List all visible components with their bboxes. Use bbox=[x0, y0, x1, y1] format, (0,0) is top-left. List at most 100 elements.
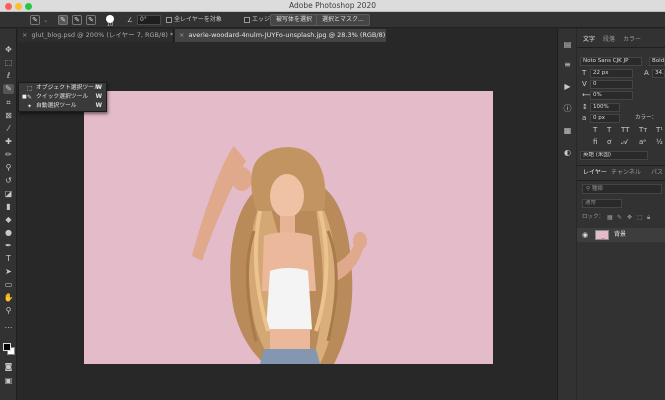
history-brush-tool-icon[interactable]: ↺ bbox=[3, 176, 14, 186]
quick-mask-icon[interactable]: ◙ bbox=[3, 362, 14, 372]
tab-label: averie-woodard-4nulm-JUYFo-unsplash.jpg … bbox=[188, 31, 386, 39]
selection-tools-flyout: ⬚ オブジェクト選択ツール W ■ ✎ クイック選択ツール W ✦ 自動選択ツー… bbox=[18, 82, 107, 112]
properties-panel-icon[interactable]: ≡ bbox=[562, 59, 573, 70]
quick-selection-tool-icon[interactable]: ✎ bbox=[3, 84, 14, 94]
faux-italic-icon[interactable]: T bbox=[607, 126, 611, 135]
superscript-icon[interactable]: T¹ bbox=[656, 126, 663, 135]
lock-artboard-icon[interactable]: ⬚ bbox=[637, 213, 643, 222]
photoshop-window: Adobe Photoshop 2020 ✎ ⌄ ✎ ✎ ✎ 10 ∠ 0° 全… bbox=[0, 0, 665, 400]
lock-image-icon[interactable]: ✎ bbox=[617, 213, 622, 222]
kerning-field[interactable]: 0 bbox=[590, 80, 633, 89]
select-and-mask-button[interactable]: 選択とマスク... bbox=[316, 14, 370, 26]
all-caps-icon[interactable]: TT bbox=[621, 126, 629, 135]
tab-channels[interactable]: チャンネル bbox=[611, 167, 641, 179]
select-subject-button[interactable]: 被写体を選択 bbox=[270, 14, 319, 26]
menu-item-label: オブジェクト選択ツール bbox=[36, 85, 100, 91]
sample-all-layers-checkbox[interactable] bbox=[166, 17, 172, 23]
font-size-field[interactable]: 22 px bbox=[590, 69, 633, 78]
tracking-field[interactable]: 0% bbox=[590, 91, 633, 100]
divider bbox=[577, 47, 665, 48]
path-selection-tool-icon[interactable]: ➤ bbox=[3, 267, 14, 277]
swash-icon[interactable]: 𝒜 bbox=[621, 138, 628, 147]
tab-layers[interactable]: レイヤー bbox=[583, 167, 607, 179]
hand-tool-icon[interactable]: ✋ bbox=[3, 293, 14, 303]
healing-brush-tool-icon[interactable]: ✚ bbox=[3, 137, 14, 147]
blur-tool-icon[interactable]: ◆ bbox=[3, 215, 14, 225]
tab-paragraph[interactable]: 段落 bbox=[603, 34, 615, 46]
info-panel-icon[interactable]: ⓘ bbox=[562, 103, 573, 114]
marquee-tool-icon[interactable]: ⬚ bbox=[3, 58, 14, 68]
move-tool-icon[interactable]: ✥ bbox=[3, 45, 14, 55]
layer-thumbnail-image bbox=[596, 236, 608, 239]
object-selection-tool-item[interactable]: ⬚ オブジェクト選択ツール W bbox=[19, 84, 106, 93]
divider bbox=[577, 180, 665, 181]
vertical-scale-field[interactable]: 100% bbox=[590, 103, 620, 112]
font-family-select[interactable]: Noto Sans CJK JP bbox=[580, 57, 642, 66]
tab-glut-blog[interactable]: × glut_blog.psd @ 200% (レイヤー 7, RGB/8) * bbox=[18, 29, 174, 42]
language-select[interactable]: 英語 (米国) bbox=[580, 151, 648, 160]
faux-bold-icon[interactable]: T bbox=[593, 126, 597, 135]
magic-wand-tool-item[interactable]: ✦ 自動選択ツール W bbox=[19, 102, 106, 111]
close-tab-icon[interactable]: × bbox=[22, 31, 27, 39]
baseline-shift-icon: a bbox=[582, 114, 587, 122]
actions-panel-icon[interactable]: ▶ bbox=[562, 81, 573, 92]
document-photo[interactable] bbox=[84, 91, 493, 364]
quick-selection-preset-icon[interactable]: ✎ bbox=[30, 15, 40, 25]
more-tools-icon[interactable]: … bbox=[3, 321, 14, 331]
vertical-scale-icon: ↕ bbox=[582, 103, 588, 111]
tools-panel: ✥ ⬚ ℓ ✎ ⌗ ⊠ ⁄ ✚ ✏ ⚲ ↺ ◪ ▮ ◆ ● ✒ T ➤ ▭ ✋ … bbox=[0, 29, 17, 400]
layer-filter-search[interactable]: ⚲ 種類 bbox=[582, 184, 662, 194]
enhance-edge-checkbox[interactable] bbox=[244, 17, 250, 23]
shortcut-key: W bbox=[95, 103, 102, 109]
eyedropper-tool-icon[interactable]: ⁄ bbox=[3, 124, 14, 134]
history-panel-icon[interactable]: ▤ bbox=[562, 39, 573, 50]
lock-position-icon[interactable]: ✥ bbox=[627, 213, 632, 222]
leading-icon: A bbox=[644, 69, 649, 77]
tab-color[interactable]: カラー bbox=[623, 34, 641, 46]
frame-tool-icon[interactable]: ⊠ bbox=[3, 111, 14, 121]
small-caps-icon[interactable]: Tт bbox=[639, 126, 647, 135]
menu-item-label: クイック選択ツール bbox=[36, 94, 89, 100]
subtract-from-selection-icon[interactable]: ✎ bbox=[86, 15, 96, 25]
tab-label: glut_blog.psd @ 200% (レイヤー 7, RGB/8) * bbox=[31, 31, 174, 39]
panel-tabs: 文字 段落 カラー bbox=[577, 34, 665, 46]
lasso-tool-icon[interactable]: ℓ bbox=[3, 71, 14, 81]
dodge-tool-icon[interactable]: ● bbox=[3, 228, 14, 238]
angle-field[interactable]: 0° bbox=[137, 15, 161, 25]
quick-selection-tool-item[interactable]: ■ ✎ クイック選択ツール W bbox=[19, 93, 106, 102]
close-tab-icon[interactable]: × bbox=[179, 31, 184, 39]
adjustments-panel-icon[interactable]: ◐ bbox=[562, 147, 573, 158]
eraser-tool-icon[interactable]: ◪ bbox=[3, 189, 14, 199]
tab-paths[interactable]: パス bbox=[651, 167, 663, 179]
fractions-icon[interactable]: ½ bbox=[656, 138, 663, 147]
clone-stamp-tool-icon[interactable]: ⚲ bbox=[3, 163, 14, 173]
lock-transparency-icon[interactable]: ▦ bbox=[607, 213, 613, 222]
ordinals-icon[interactable]: aᵃ bbox=[639, 138, 646, 147]
rectangle-tool-icon[interactable]: ▭ bbox=[3, 280, 14, 290]
font-style-select[interactable]: Bold bbox=[649, 57, 665, 66]
new-selection-icon[interactable]: ✎ bbox=[58, 15, 68, 25]
lock-all-icon[interactable]: 🔒︎ bbox=[647, 213, 650, 222]
preset-chevron-icon[interactable]: ⌄ bbox=[43, 14, 48, 26]
type-tool-icon[interactable]: T bbox=[3, 254, 14, 264]
foreground-color-swatch[interactable] bbox=[3, 343, 11, 351]
tab-character[interactable]: 文字 bbox=[583, 34, 595, 46]
title-bar: Adobe Photoshop 2020 bbox=[0, 0, 665, 12]
pen-tool-icon[interactable]: ✒ bbox=[3, 241, 14, 251]
brush-tool-icon[interactable]: ✏ bbox=[3, 150, 14, 160]
add-to-selection-icon[interactable]: ✎ bbox=[72, 15, 82, 25]
oldstyle-icon[interactable]: ơ bbox=[607, 138, 611, 147]
leading-field[interactable]: 34.9 bbox=[652, 69, 665, 78]
zoom-tool-icon[interactable]: ⚲ bbox=[3, 306, 14, 316]
gradient-tool-icon[interactable]: ▮ bbox=[3, 202, 14, 212]
libraries-panel-icon[interactable]: ▦ bbox=[562, 125, 573, 136]
ligatures-icon[interactable]: fi bbox=[593, 138, 597, 147]
color-label: カラー： bbox=[635, 115, 658, 121]
baseline-shift-field[interactable]: 0 px bbox=[590, 114, 620, 123]
layer-row-background[interactable]: ◉ 背景 bbox=[577, 228, 665, 242]
crop-tool-icon[interactable]: ⌗ bbox=[3, 98, 14, 108]
visibility-eye-icon[interactable]: ◉ bbox=[582, 231, 588, 239]
screen-mode-icon[interactable]: ▣ bbox=[3, 376, 14, 386]
tab-averie-woodard[interactable]: × averie-woodard-4nulm-JUYFo-unsplash.jpg… bbox=[175, 29, 386, 42]
blend-mode-select[interactable]: 通常 bbox=[582, 199, 622, 208]
